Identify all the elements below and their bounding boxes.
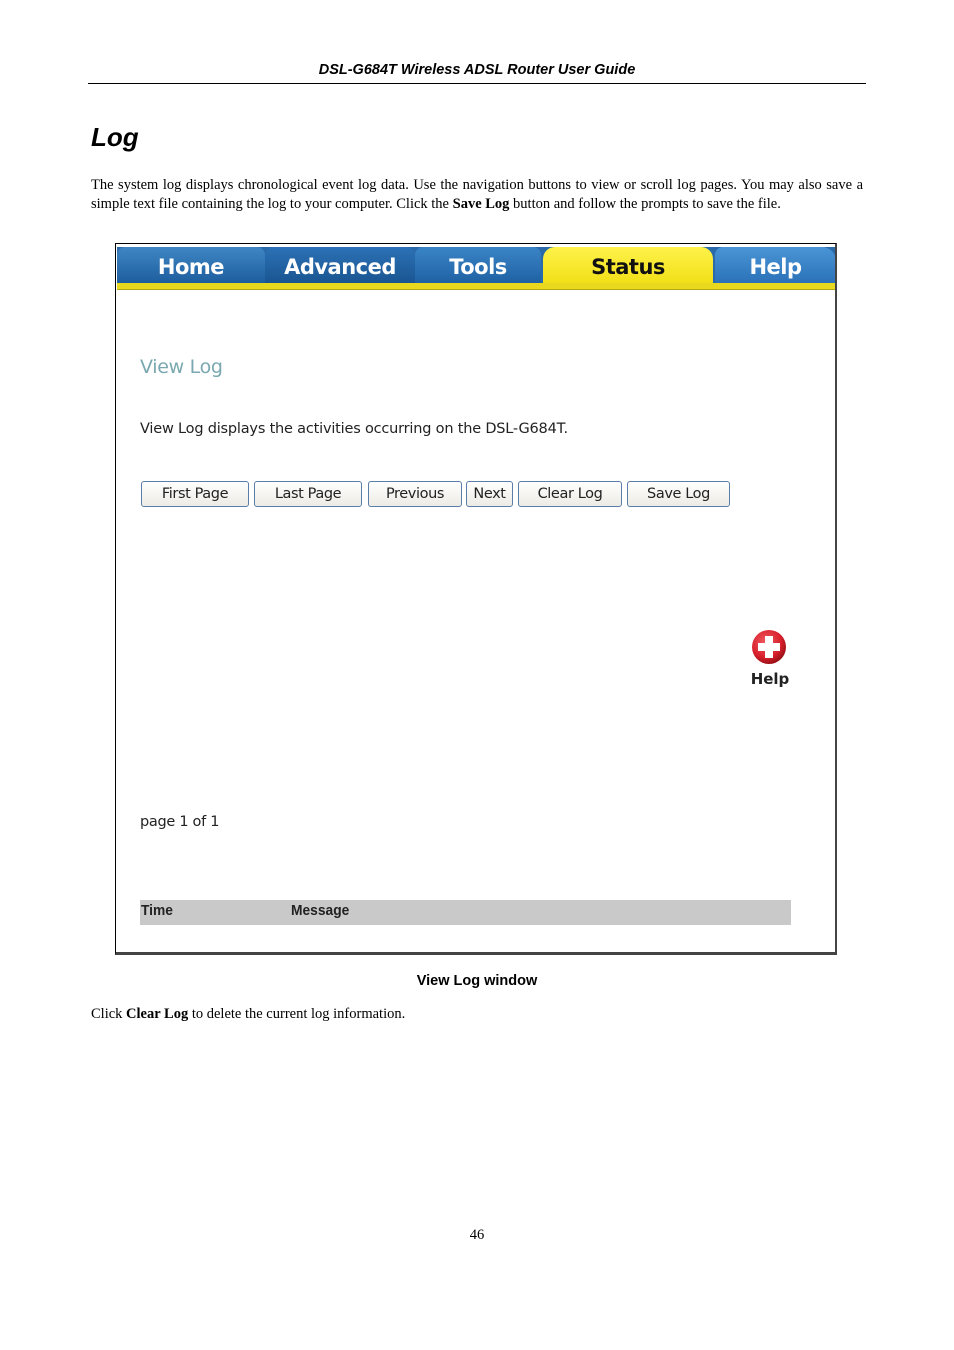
first-page-button[interactable]: First Page [141,481,249,507]
clear-log-paragraph: Click Clear Log to delete the current lo… [91,1006,405,1023]
tab-tools[interactable]: Tools [415,247,541,283]
figure-caption: View Log window [416,973,538,989]
last-page-button[interactable]: Last Page [254,481,362,507]
clear-log-button[interactable]: Clear Log [518,481,622,507]
tab-help[interactable]: Help [715,247,835,283]
view-log-screenshot: Home Advanced Tools Status Help View Log… [115,243,837,955]
nav-tabbar: Home Advanced Tools Status Help [117,247,835,290]
intro-text-2: button and follow the prompts to save th… [509,196,781,212]
intro-bold-save-log: Save Log [452,196,510,212]
tab-advanced[interactable]: Advanced [265,247,415,283]
view-log-title: View Log [140,356,223,378]
tab-home[interactable]: Home [117,247,265,283]
header-rule [88,83,866,84]
help-plus-icon[interactable] [751,629,787,665]
after-text-2: to delete the current log information. [188,1006,406,1022]
after-text-1: Click [91,1006,127,1022]
next-button[interactable]: Next [466,481,513,507]
view-log-description: View Log displays the activities occurri… [140,421,568,437]
intro-paragraph: The system log displays chronological ev… [91,176,863,214]
running-header: DSL-G684T Wireless ADSL Router User Guid… [318,62,636,78]
help-label[interactable]: Help [750,670,790,688]
previous-button[interactable]: Previous [368,481,462,507]
after-bold-clear-log: Clear Log [126,1006,189,1022]
log-table-header: Time Message [140,900,791,925]
column-header-time: Time [141,902,173,919]
tabbar-underline [117,283,835,290]
column-header-message: Message [291,902,350,919]
tab-status[interactable]: Status [543,247,713,283]
page-indicator: page 1 of 1 [140,814,220,830]
page-number: 46 [469,1227,485,1243]
save-log-button[interactable]: Save Log [627,481,730,507]
section-title: Log [91,122,139,152]
